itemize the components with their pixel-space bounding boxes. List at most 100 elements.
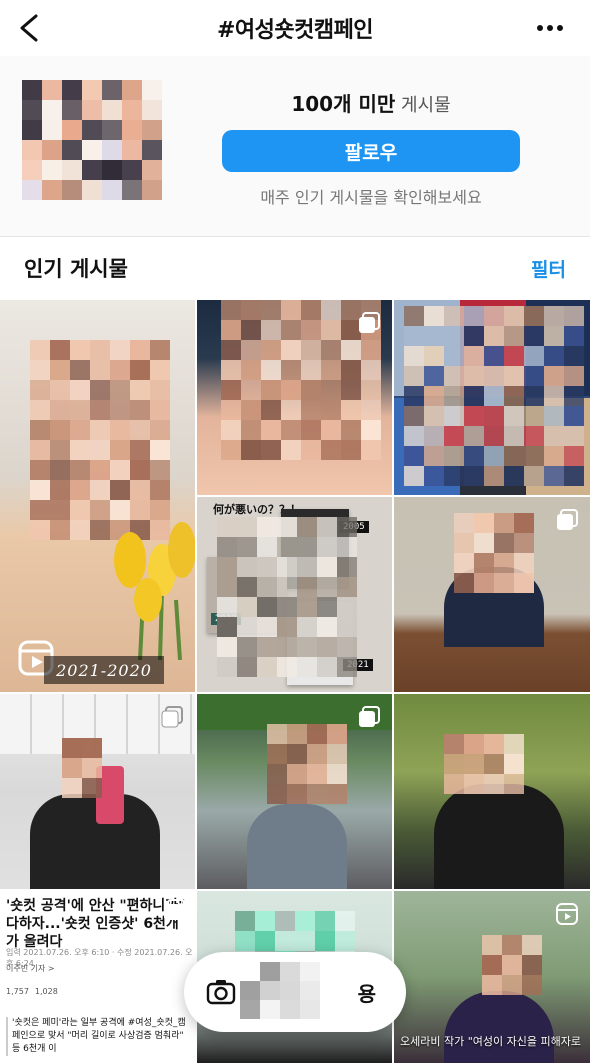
blurred-face: [30, 340, 170, 540]
mosaic-cell: [484, 466, 504, 486]
mosaic-cell: [130, 440, 150, 460]
mosaic-cell: [110, 480, 130, 500]
mosaic-cell: [361, 400, 381, 420]
mosaic-cell: [217, 597, 237, 617]
more-horizontal-icon[interactable]: [530, 10, 570, 46]
mosaic-cell: [42, 180, 62, 200]
chevron-left-icon[interactable]: [10, 8, 50, 48]
mosaic-cell: [494, 513, 514, 533]
mosaic-cell: [297, 537, 317, 557]
video-caption: 오세라비 작가 "여성이 자신을 피해자로: [400, 1035, 581, 1048]
mosaic-cell: [482, 975, 502, 995]
mosaic-cell: [424, 446, 444, 466]
mosaic-cell: [524, 306, 544, 326]
mosaic-cell: [261, 440, 281, 460]
post-tile[interactable]: '숏컷 공격'에 안산 "편하니까" 다하자...'숏컷 인증샷' 6천개가 올…: [0, 891, 195, 1063]
mosaic-cell: [484, 754, 504, 774]
person-body: [247, 804, 347, 889]
blurred-faces: [404, 306, 584, 486]
follow-button[interactable]: 팔로우: [222, 130, 520, 172]
mosaic-cell: [150, 460, 170, 480]
mosaic-cell: [281, 320, 301, 340]
mosaic-cell: [502, 935, 522, 955]
mosaic-cell: [150, 360, 170, 380]
mosaic-cell: [424, 346, 444, 366]
mosaic-cell: [150, 480, 170, 500]
post-tile[interactable]: [394, 497, 590, 692]
mosaic-cell: [315, 931, 335, 951]
mosaic-cell: [221, 440, 241, 460]
mosaic-cell: [564, 306, 584, 326]
post-tile[interactable]: [197, 300, 392, 495]
mosaic-cell: [287, 764, 307, 784]
article-reactions: 1,757 1,028: [6, 987, 58, 996]
mosaic-cell: [221, 420, 241, 440]
mosaic-cell: [484, 386, 504, 406]
mosaic-cell: [50, 480, 70, 500]
mosaic-cell: [504, 446, 524, 466]
camera-fab[interactable]: 용: [184, 952, 406, 1032]
mosaic-cell: [110, 420, 130, 440]
mosaic-cell: [281, 300, 301, 320]
mosaic-cell: [544, 406, 564, 426]
mosaic-cell: [122, 120, 142, 140]
filter-button[interactable]: 필터: [531, 255, 566, 282]
mosaic-cell: [464, 326, 484, 346]
mosaic-cell: [300, 962, 320, 981]
mosaic-cell: [30, 380, 50, 400]
mosaic-cell: [544, 446, 564, 466]
mosaic-cell: [267, 764, 287, 784]
mosaic-cell: [22, 120, 42, 140]
mosaic-cell: [341, 340, 361, 360]
post-tile[interactable]: [197, 694, 392, 889]
mosaic-cell: [295, 931, 315, 951]
mosaic-cell: [70, 380, 90, 400]
mosaic-cell: [82, 778, 102, 798]
mosaic-cell: [261, 360, 281, 380]
mosaic-cell: [301, 340, 321, 360]
article-headline: '숏컷 공격'에 안산 "편하니까" 다하자...'숏컷 인증샷' 6천개가 올…: [6, 898, 186, 950]
mosaic-cell: [261, 380, 281, 400]
post-count: 100개 미만 게시물: [222, 88, 520, 117]
mosaic-cell: [424, 326, 444, 346]
mosaic-cell: [42, 100, 62, 120]
mosaic-cell: [464, 306, 484, 326]
mosaic-cell: [110, 500, 130, 520]
mosaic-cell: [30, 440, 50, 460]
mosaic-cell: [241, 360, 261, 380]
post-tile[interactable]: [0, 694, 195, 889]
mosaic-cell: [327, 724, 347, 744]
hashtag-avatar[interactable]: [22, 80, 162, 202]
mosaic-cell: [122, 100, 142, 120]
mosaic-cell: [62, 180, 82, 200]
post-tile[interactable]: 오세라비 작가 "여성이 자신을 피해자로: [394, 891, 590, 1063]
post-tile[interactable]: 2021-2020: [0, 300, 195, 692]
mosaic-cell: [321, 440, 341, 460]
mosaic-cell: [102, 100, 122, 120]
mosaic-cell: [22, 160, 42, 180]
mosaic-cell: [257, 637, 277, 657]
mosaic-cell: [504, 366, 524, 386]
article-quote: '숏컷은 페미'라는 일부 공격에 #여성_숏컷_캠페인으로 맞서 "머리 길이…: [6, 1017, 192, 1056]
mosaic-cell: [110, 400, 130, 420]
mosaic-cell: [130, 420, 150, 440]
post-tile[interactable]: [394, 300, 590, 495]
mosaic-cell: [150, 380, 170, 400]
mosaic-cell: [301, 360, 321, 380]
mosaic-cell: [484, 306, 504, 326]
mosaic-cell: [30, 500, 50, 520]
blurred-face: [221, 300, 381, 460]
mosaic-cell: [341, 400, 361, 420]
mosaic-cell: [260, 1000, 280, 1019]
mosaic-cell: [142, 80, 162, 100]
mosaic-cell: [275, 911, 295, 931]
post-tile[interactable]: [394, 694, 590, 889]
mosaic-cell: [70, 460, 90, 480]
mosaic-cell: [404, 326, 424, 346]
mosaic-cell: [240, 981, 260, 1000]
mosaic-cell: [484, 406, 504, 426]
mosaic-cell: [544, 466, 564, 486]
mosaic-cell: [90, 440, 110, 460]
mosaic-cell: [287, 744, 307, 764]
post-tile[interactable]: 何が悪いの？？！ 2005 2013 2021: [197, 497, 392, 692]
